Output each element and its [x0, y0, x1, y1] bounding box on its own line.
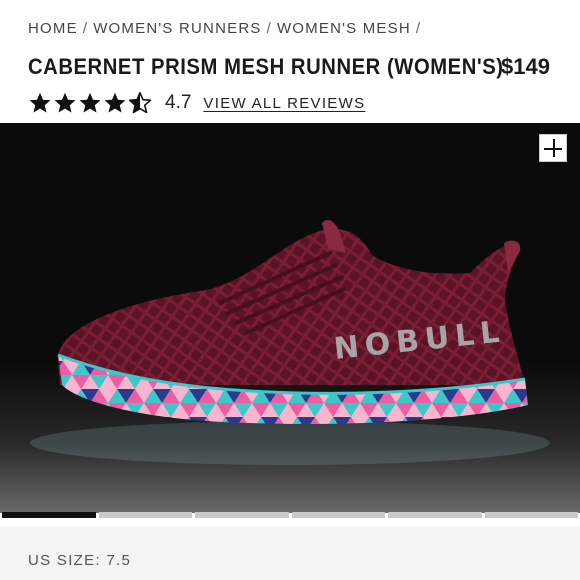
gallery-slide-indicator[interactable]	[291, 512, 385, 518]
product-photo: NOBULL	[0, 123, 580, 513]
gallery-slide-indicator[interactable]	[195, 512, 289, 518]
star-rating	[28, 91, 152, 115]
breadcrumb: HOME / WOMEN'S RUNNERS / WOMEN'S MESH /	[28, 20, 426, 37]
product-price: $149	[501, 54, 550, 79]
star-filled-icon	[54, 92, 76, 113]
rating-row: 4.7 VIEW ALL REVIEWS	[28, 90, 365, 116]
gallery-pagination	[2, 512, 578, 518]
breadcrumb-womens-mesh-link[interactable]: WOMEN'S MESH	[277, 20, 411, 37]
zoom-plus-icon[interactable]	[539, 134, 567, 162]
product-image-gallery[interactable]: NOBULL	[0, 123, 580, 513]
gallery-slide-indicator[interactable]	[484, 512, 578, 518]
breadcrumb-home-link[interactable]: HOME	[28, 20, 78, 37]
size-label: US SIZE: 7.5	[28, 552, 132, 569]
gallery-slide-indicator[interactable]	[98, 512, 192, 518]
star-filled-icon	[104, 92, 126, 113]
gallery-slide-indicator-active[interactable]	[2, 512, 96, 518]
product-title: CABERNET PRISM MESH RUNNER (WOMEN'S)	[28, 54, 504, 79]
breadcrumb-separator: /	[266, 20, 272, 37]
breadcrumb-separator: /	[82, 20, 89, 37]
star-filled-icon	[29, 92, 51, 113]
rating-value: 4.7	[165, 92, 192, 113]
breadcrumb-separator: /	[415, 20, 422, 37]
gallery-slide-indicator[interactable]	[388, 512, 482, 518]
view-all-reviews-link[interactable]: VIEW ALL REVIEWS	[203, 95, 365, 112]
star-half-icon	[128, 92, 152, 114]
star-filled-icon	[79, 92, 101, 113]
breadcrumb-womens-runners-link[interactable]: WOMEN'S RUNNERS	[93, 20, 261, 37]
